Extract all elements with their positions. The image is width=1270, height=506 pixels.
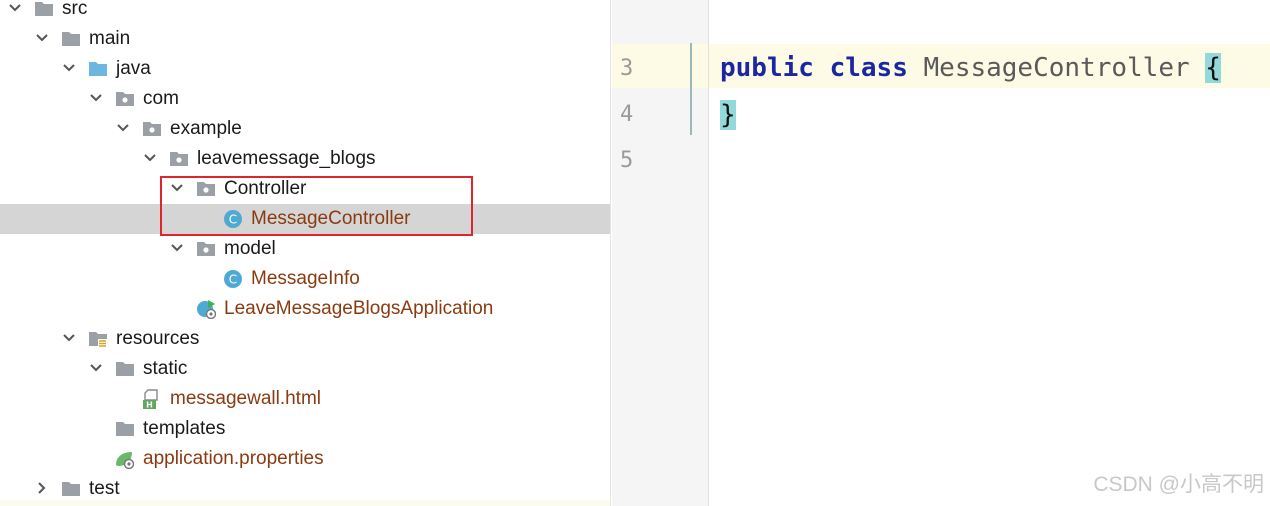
chevron-down-icon[interactable] [116,121,130,135]
tree-item-label: example [170,118,242,139]
chevron-down-icon[interactable] [35,31,49,45]
package-icon [197,242,215,256]
tree-item-label: java [116,58,151,79]
tree-item-example[interactable]: example [0,114,610,144]
tree-item-label: messagewall.html [170,388,321,409]
tree-item-application-properties[interactable]: application.properties [0,444,610,474]
tree-item-label: LeaveMessageBlogsApplication [224,298,494,319]
package-icon [170,152,188,166]
chevron-down-icon[interactable] [143,151,157,165]
tree-item-message-controller[interactable]: C MessageController [0,204,610,234]
tree-item-label: MessageInfo [251,268,360,289]
svg-text:C: C [229,273,237,287]
tree-item-src[interactable]: src [0,0,610,24]
tree-item-label: com [143,88,179,109]
code-line-3[interactable]: public class MessageController { [720,48,1221,88]
tree-item-com[interactable]: com [0,84,610,114]
package-icon [143,122,161,136]
chevron-down-icon[interactable] [170,241,184,255]
folder-icon [62,482,80,496]
tree-item-controller[interactable]: Controller [0,174,610,204]
open-brace-match: { [1205,53,1221,83]
tree-item-label: main [89,28,131,49]
tree-item-messagewall-html[interactable]: H messagewall.html [0,384,610,414]
tree-item-application-class[interactable]: LeaveMessageBlogsApplication [0,294,610,324]
tree-item-label: resources [116,328,200,349]
svg-text:C: C [229,213,237,227]
folder-icon [62,32,80,46]
class-icon: C [224,210,242,228]
html-file-icon: H [143,389,158,410]
tree-item-label: templates [143,418,226,439]
line-number: 3 [620,56,634,81]
tree-item-model[interactable]: model [0,234,610,264]
fold-indicator-line[interactable] [690,43,692,135]
package-icon [116,92,134,106]
resources-folder-icon [89,332,107,348]
keyword-class: class [829,53,908,83]
tree-item-label: model [224,238,276,259]
chevron-right-icon[interactable] [35,481,49,495]
watermark: CSDN @小高不明 [1093,473,1264,496]
folder-icon [116,422,134,436]
tree-item-label: src [62,0,88,19]
code-line-4[interactable]: } [720,95,736,135]
tree-item-main[interactable]: main [0,24,610,54]
chevron-down-icon[interactable] [62,61,76,75]
tree-item-leavemessage-blogs[interactable]: leavemessage_blogs [0,144,610,174]
tree-item-label: Controller [224,178,307,199]
chevron-down-icon[interactable] [170,181,184,195]
source-folder-icon [89,62,107,76]
line-number: 4 [620,102,634,127]
tree-item-label: static [143,358,188,379]
chevron-down-icon[interactable] [62,331,76,345]
tree-item-label: leavemessage_blogs [197,148,376,169]
line-number: 5 [620,148,634,173]
svg-text:H: H [146,401,153,410]
tree-item-java[interactable]: java [0,54,610,84]
class-name: MessageController [923,53,1190,83]
chevron-down-icon[interactable] [89,91,103,105]
tree-item-message-info[interactable]: C MessageInfo [0,264,610,294]
spring-properties-icon [116,452,134,469]
folder-icon [116,362,134,376]
tree-bottom-strip [0,500,610,506]
project-tree: src main java com example leavemessage_b… [0,0,611,506]
package-icon [197,182,215,196]
tree-item-templates[interactable]: templates [0,414,610,444]
spring-boot-class-icon [197,300,216,319]
tree-item-resources[interactable]: resources [0,324,610,354]
keyword-public: public [720,53,814,83]
tree-item-label: test [89,478,120,499]
tree-item-label: MessageController [251,208,411,229]
chevron-down-icon[interactable] [8,1,22,15]
class-icon: C [224,270,242,288]
tree-item-static[interactable]: static [0,354,610,384]
chevron-down-icon[interactable] [89,361,103,375]
folder-icon [35,2,53,16]
tree-item-label: application.properties [143,448,324,469]
close-brace-match: } [720,100,736,130]
